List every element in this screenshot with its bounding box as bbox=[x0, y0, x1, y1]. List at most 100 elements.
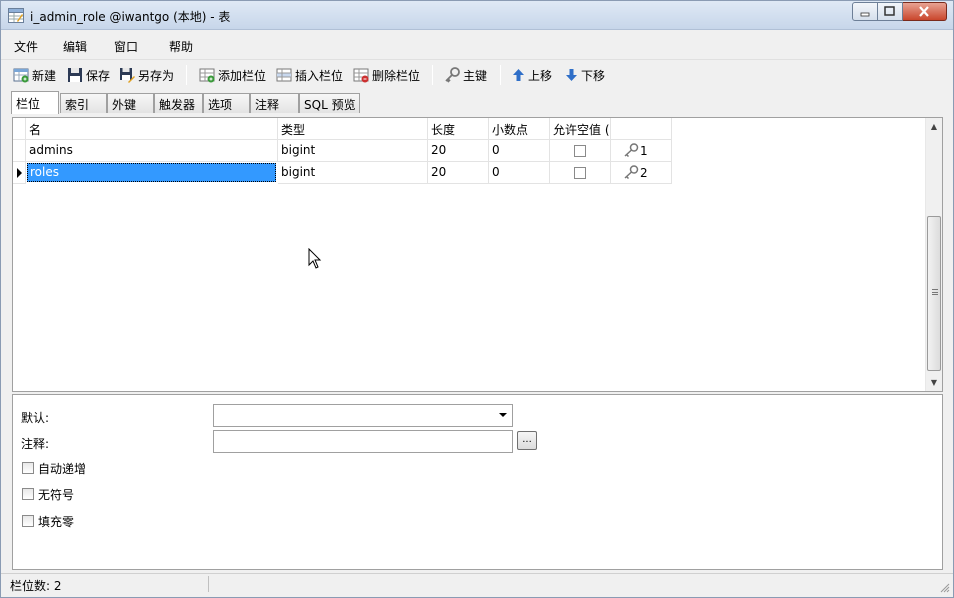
field-type-cell[interactable]: bigint bbox=[278, 140, 428, 162]
save-label: 保存 bbox=[86, 68, 111, 83]
status-divider bbox=[208, 576, 209, 592]
scrollbar-thumb[interactable] bbox=[927, 216, 941, 371]
toolbar: 新建 保存 另存为 添加栏位 插入栏位 删除栏位 主键 上移 下移 bbox=[1, 59, 953, 89]
unsigned-label: 无符号 bbox=[38, 487, 75, 502]
save-as-label: 另存为 bbox=[138, 68, 175, 83]
delete-field-icon bbox=[353, 68, 369, 83]
field-length-cell[interactable]: 20 bbox=[428, 140, 489, 162]
column-header-length[interactable]: 长度 bbox=[428, 118, 489, 140]
resize-grip-icon[interactable] bbox=[940, 583, 950, 593]
checkbox-box[interactable] bbox=[22, 488, 34, 500]
tab-foreign-keys[interactable]: 外键 bbox=[107, 93, 154, 113]
zerofill-checkbox[interactable]: 填充零 bbox=[22, 513, 74, 529]
column-header-key[interactable] bbox=[611, 118, 672, 140]
field-type-cell[interactable]: bigint bbox=[278, 162, 428, 184]
comment-label: 注释: bbox=[21, 437, 50, 451]
move-up-button[interactable]: 上移 bbox=[512, 66, 552, 84]
insert-field-label: 插入栏位 bbox=[295, 68, 344, 83]
close-icon bbox=[919, 6, 929, 17]
column-header-name[interactable]: 名 bbox=[26, 118, 278, 140]
move-down-button[interactable]: 下移 bbox=[565, 66, 605, 84]
primary-key-label: 主键 bbox=[463, 68, 488, 83]
column-header-decimals[interactable]: 小数点 bbox=[489, 118, 550, 140]
field-decimals-cell[interactable]: 0 bbox=[489, 140, 550, 162]
window-title: i_admin_role @iwantgo (本地) - 表 bbox=[30, 10, 231, 24]
menu-help[interactable]: 帮助 bbox=[169, 38, 193, 55]
maximize-button[interactable] bbox=[878, 2, 903, 21]
scroll-down-arrow-icon[interactable]: ▼ bbox=[926, 374, 942, 391]
arrow-down-icon bbox=[566, 69, 577, 81]
column-header-nullable[interactable]: 允许空值 ( bbox=[550, 118, 611, 140]
row-header[interactable] bbox=[13, 162, 26, 184]
delete-field-button[interactable]: 删除栏位 bbox=[353, 66, 420, 84]
save-button[interactable]: 保存 bbox=[67, 66, 110, 84]
move-down-label: 下移 bbox=[581, 68, 606, 83]
checkbox-box[interactable] bbox=[22, 462, 34, 474]
tab-triggers[interactable]: 触发器 bbox=[154, 93, 203, 113]
minimize-icon bbox=[860, 12, 870, 17]
add-field-button[interactable]: 添加栏位 bbox=[199, 66, 266, 84]
nullable-checkbox[interactable] bbox=[574, 167, 586, 179]
menu-window[interactable]: 窗口 bbox=[114, 38, 138, 55]
tab-options[interactable]: 选项 bbox=[203, 93, 250, 113]
table-designer-window: i_admin_role @iwantgo (本地) - 表 文件 编辑 窗口 … bbox=[0, 0, 954, 598]
window-controls bbox=[852, 2, 947, 21]
toolbar-separator bbox=[432, 65, 433, 85]
scroll-grip-icon bbox=[932, 289, 938, 295]
arrow-up-icon bbox=[513, 69, 524, 81]
nullable-checkbox[interactable] bbox=[574, 145, 586, 157]
toolbar-separator bbox=[500, 65, 501, 85]
primary-key-button[interactable]: 主键 bbox=[444, 66, 487, 84]
save-as-button[interactable]: 另存为 bbox=[119, 66, 174, 84]
field-length-cell[interactable]: 20 bbox=[428, 162, 489, 184]
save-icon bbox=[68, 68, 82, 82]
auto-increment-label: 自动递增 bbox=[38, 461, 87, 476]
add-field-label: 添加栏位 bbox=[218, 68, 267, 83]
close-button[interactable] bbox=[903, 2, 947, 21]
field-nullable-cell[interactable] bbox=[550, 162, 611, 184]
field-properties-panel: 默认: 注释: ... 自动递增 无符号 填充零 bbox=[12, 394, 943, 570]
tab-comment[interactable]: 注释 bbox=[250, 93, 299, 113]
save-as-icon bbox=[120, 68, 135, 83]
row-header bbox=[13, 118, 26, 140]
new-table-icon bbox=[13, 68, 29, 83]
auto-increment-checkbox[interactable]: 自动递增 bbox=[22, 460, 86, 476]
field-key-cell[interactable]: 1 bbox=[611, 140, 672, 162]
row-header[interactable] bbox=[13, 140, 26, 162]
field-name-cell[interactable]: admins bbox=[26, 140, 278, 162]
field-decimals-cell[interactable]: 0 bbox=[489, 162, 550, 184]
insert-field-button[interactable]: 插入栏位 bbox=[276, 66, 343, 84]
primary-key-icon bbox=[624, 165, 639, 179]
comment-ellipsis-button[interactable]: ... bbox=[517, 431, 537, 450]
field-nullable-cell[interactable] bbox=[550, 140, 611, 162]
scroll-up-arrow-icon[interactable]: ▲ bbox=[926, 118, 942, 135]
unsigned-checkbox[interactable]: 无符号 bbox=[22, 486, 74, 502]
toolbar-separator bbox=[186, 65, 187, 85]
column-header-type[interactable]: 类型 bbox=[278, 118, 428, 140]
move-up-label: 上移 bbox=[528, 68, 553, 83]
chevron-down-icon[interactable] bbox=[499, 413, 507, 417]
new-button[interactable]: 新建 bbox=[13, 66, 56, 84]
menu-bar: 文件 编辑 窗口 帮助 bbox=[1, 31, 953, 58]
tab-sql-preview[interactable]: SQL 预览 bbox=[299, 93, 360, 113]
insert-field-icon bbox=[276, 68, 292, 82]
field-key-cell[interactable]: 2 bbox=[611, 162, 672, 184]
menu-edit[interactable]: 编辑 bbox=[63, 38, 87, 55]
default-value-combo[interactable] bbox=[213, 404, 513, 427]
checkbox-box[interactable] bbox=[22, 515, 34, 527]
tab-indexes[interactable]: 索引 bbox=[60, 93, 107, 113]
field-count-status: 栏位数: 2 bbox=[10, 579, 62, 593]
primary-key-icon bbox=[624, 143, 639, 157]
tab-fields[interactable]: 栏位 bbox=[11, 91, 59, 114]
fields-grid: 名 类型 长度 小数点 允许空值 ( admins bigint 20 0 1 bbox=[12, 117, 943, 392]
key-order: 1 bbox=[640, 144, 648, 158]
title-bar[interactable]: i_admin_role @iwantgo (本地) - 表 bbox=[1, 1, 953, 30]
field-name-cell[interactable]: roles bbox=[26, 162, 278, 184]
field-name-editor[interactable]: roles bbox=[27, 163, 276, 182]
current-row-indicator-icon bbox=[17, 168, 22, 178]
comment-input[interactable] bbox=[213, 430, 513, 453]
menu-file[interactable]: 文件 bbox=[14, 38, 38, 55]
mouse-cursor-icon bbox=[308, 248, 322, 269]
vertical-scrollbar[interactable]: ▲ ▼ bbox=[925, 118, 942, 391]
minimize-button[interactable] bbox=[852, 2, 878, 21]
